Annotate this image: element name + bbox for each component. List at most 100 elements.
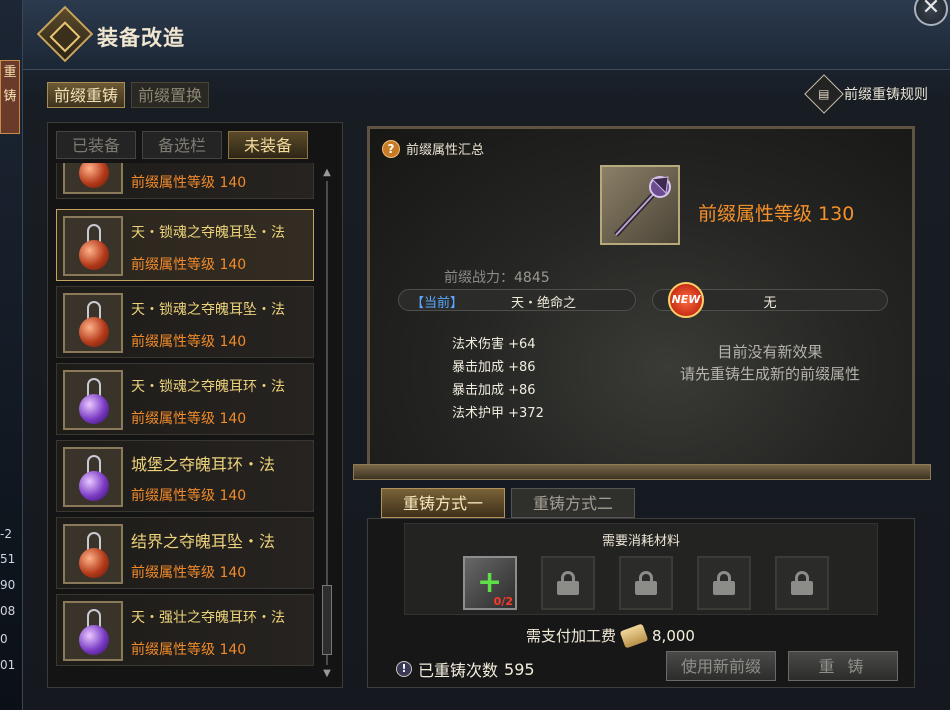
equipment-modify-window: 装备改造 ✕ 前缀重铸 前缀置换 ▤ 前缀重铸规则 已装备 备选栏 未装备 前缀… xyxy=(22,0,950,710)
tab-unequipped[interactable]: 未装备 xyxy=(228,131,308,159)
item-level: 前缀属性等级 140 xyxy=(131,175,247,191)
tab-backup[interactable]: 备选栏 xyxy=(142,131,222,159)
lock-icon xyxy=(557,571,579,595)
list-item[interactable]: 天・锁魂之夺魄耳环・法 前缀属性等级 140 xyxy=(56,363,314,435)
background-tab: 重铸 xyxy=(0,60,20,134)
item-level: 前缀属性等级 140 xyxy=(131,642,247,658)
tab-method-one[interactable]: 重铸方式一 xyxy=(381,488,505,518)
locked-slot xyxy=(619,556,673,610)
tab-prefix-swap[interactable]: 前缀置换 xyxy=(131,82,210,108)
item-level: 前缀属性等级 140 xyxy=(131,565,247,581)
item-level: 前缀属性等级 140 xyxy=(131,488,247,504)
document-icon: ▤ xyxy=(804,74,844,114)
earring-icon xyxy=(63,447,123,507)
list-item-selected[interactable]: 天・锁魂之夺魄耳坠・法 前缀属性等级 140 xyxy=(56,209,314,281)
background-window-edge: 重铸 -2 51 90 08 0 01 xyxy=(0,0,22,710)
item-level: 前缀属性等级 140 xyxy=(131,257,247,273)
prefix-preview-panel: ? 前缀属性汇总 前缀属性等级 130 前缀战力：4845 【当前】 天・绝命之… xyxy=(367,126,915,472)
list-item[interactable]: 前缀属性等级 140 xyxy=(56,163,314,199)
materials-title: 需要消耗材料 xyxy=(601,534,680,549)
item-level: 前缀属性等级 140 xyxy=(131,334,247,350)
recast-panel: 需要消耗材料 + 0/2 需支付加工费 8,000 ! 已重铸次数 595 使用… xyxy=(367,518,915,688)
item-level: 前缀属性等级 140 xyxy=(131,411,247,427)
background-number: 51 xyxy=(0,552,16,566)
material-slot[interactable]: + 0/2 xyxy=(463,556,517,610)
locked-slot xyxy=(775,556,829,610)
lock-icon xyxy=(791,571,813,595)
background-number: -2 xyxy=(0,527,12,541)
stat-line: 暴击加成 +86 xyxy=(452,360,536,375)
frame-divider xyxy=(353,464,931,480)
window-title: 装备改造 xyxy=(97,26,185,50)
recast-button[interactable]: 重 铸 xyxy=(788,651,898,681)
plus-icon: + xyxy=(477,565,503,600)
item-name: 城堡之夺魄耳环・法 xyxy=(131,455,276,474)
use-new-prefix-button[interactable]: 使用新前缀 xyxy=(666,651,776,681)
gold-scroll-icon xyxy=(619,622,649,649)
item-name: 天・锁魂之夺魄耳坠・法 xyxy=(131,302,285,318)
list-item[interactable]: 结界之夺魄耳坠・法 前缀属性等级 140 xyxy=(56,517,314,589)
combat-value: 4845 xyxy=(514,270,550,286)
earring-icon xyxy=(63,163,123,194)
rules-link[interactable]: ▤ 前缀重铸规则 xyxy=(804,74,928,114)
item-name: 天・锁魂之夺魄耳坠・法 xyxy=(131,225,285,241)
rules-label: 前缀重铸规则 xyxy=(844,87,928,103)
info-icon: ! xyxy=(396,661,412,677)
current-prefix: 【当前】 天・绝命之 xyxy=(398,289,636,311)
weapon-icon xyxy=(600,165,680,245)
prefix-level: 前缀属性等级 130 xyxy=(698,203,855,225)
stat-line: 法术护甲 +372 xyxy=(452,406,544,421)
background-number: 08 xyxy=(0,604,16,618)
material-count: 0/2 xyxy=(493,595,513,608)
earring-icon xyxy=(63,601,123,661)
chevron-down-icon[interactable]: ▼ xyxy=(320,668,334,679)
background-number: 90 xyxy=(0,578,16,592)
no-effect-message: 目前没有新效果 请先重铸生成新的前缀属性 xyxy=(679,343,860,383)
diamond-emblem-icon xyxy=(36,5,94,63)
new-badge-icon: NEW xyxy=(668,282,704,318)
fee-label: 需支付加工费 xyxy=(526,627,617,645)
equipment-list-panel: 已装备 备选栏 未装备 前缀属性等级 140 天・锁魂之夺魄耳坠・法 前缀属性等… xyxy=(47,122,343,688)
equipment-list: 前缀属性等级 140 天・锁魂之夺魄耳坠・法 前缀属性等级 140 天・锁魂之夺… xyxy=(56,163,314,683)
locked-slot xyxy=(697,556,751,610)
list-scrollbar[interactable]: ▲ ▼ xyxy=(320,167,334,679)
list-item[interactable]: 天・锁魂之夺魄耳坠・法 前缀属性等级 140 xyxy=(56,286,314,358)
prefix-combat-power: 前缀战力：4845 xyxy=(444,267,550,287)
current-prefix-name: 天・绝命之 xyxy=(511,296,577,311)
question-icon: ? xyxy=(382,139,400,158)
background-number: 0 xyxy=(0,632,8,646)
stat-line: 法术伤害 +64 xyxy=(452,337,536,352)
tab-method-two[interactable]: 重铸方式二 xyxy=(511,488,635,518)
list-item[interactable]: 城堡之夺魄耳环・法 前缀属性等级 140 xyxy=(56,440,314,512)
tab-prefix-recast[interactable]: 前缀重铸 xyxy=(47,82,126,108)
title-bar: 装备改造 xyxy=(23,0,950,70)
list-item[interactable]: 天・强壮之夺魄耳环・法 前缀属性等级 140 xyxy=(56,594,314,666)
tab-equipped[interactable]: 已装备 xyxy=(56,131,136,159)
materials-box: 需要消耗材料 + 0/2 xyxy=(404,523,878,615)
mode-tabs: 前缀重铸 前缀置换 xyxy=(47,82,210,108)
current-stats: 法术伤害 +64 暴击加成 +86 暴击加成 +86 法术护甲 +372 xyxy=(452,333,544,425)
scroll-thumb[interactable] xyxy=(322,585,332,655)
chevron-up-icon[interactable]: ▲ xyxy=(320,167,334,178)
recast-count-label: 已重铸次数 xyxy=(418,661,499,680)
summary-label: 前缀属性汇总 xyxy=(406,143,485,158)
recast-count: ! 已重铸次数 595 xyxy=(396,657,535,681)
background-number: 01 xyxy=(0,658,16,672)
item-name: 结界之夺魄耳坠・法 xyxy=(131,532,276,551)
item-name: 天・强壮之夺魄耳环・法 xyxy=(131,610,285,626)
earring-icon xyxy=(63,524,123,584)
locked-slot xyxy=(541,556,595,610)
earring-icon xyxy=(63,216,123,276)
prefix-summary[interactable]: ? 前缀属性汇总 xyxy=(382,139,484,158)
processing-fee: 需支付加工费 8,000 xyxy=(526,622,695,649)
lock-icon xyxy=(635,571,657,595)
equipment-filter-tabs: 已装备 备选栏 未装备 xyxy=(56,131,308,159)
fee-value: 8,000 xyxy=(652,626,695,645)
recast-count-value: 595 xyxy=(504,659,535,679)
combat-label: 前缀战力： xyxy=(444,270,514,286)
stat-line: 暴击加成 +86 xyxy=(452,383,536,398)
item-name: 天・锁魂之夺魄耳环・法 xyxy=(131,379,285,395)
close-icon: ✕ xyxy=(921,0,941,20)
current-tag: 【当前】 xyxy=(411,296,464,311)
lock-icon xyxy=(713,571,735,595)
